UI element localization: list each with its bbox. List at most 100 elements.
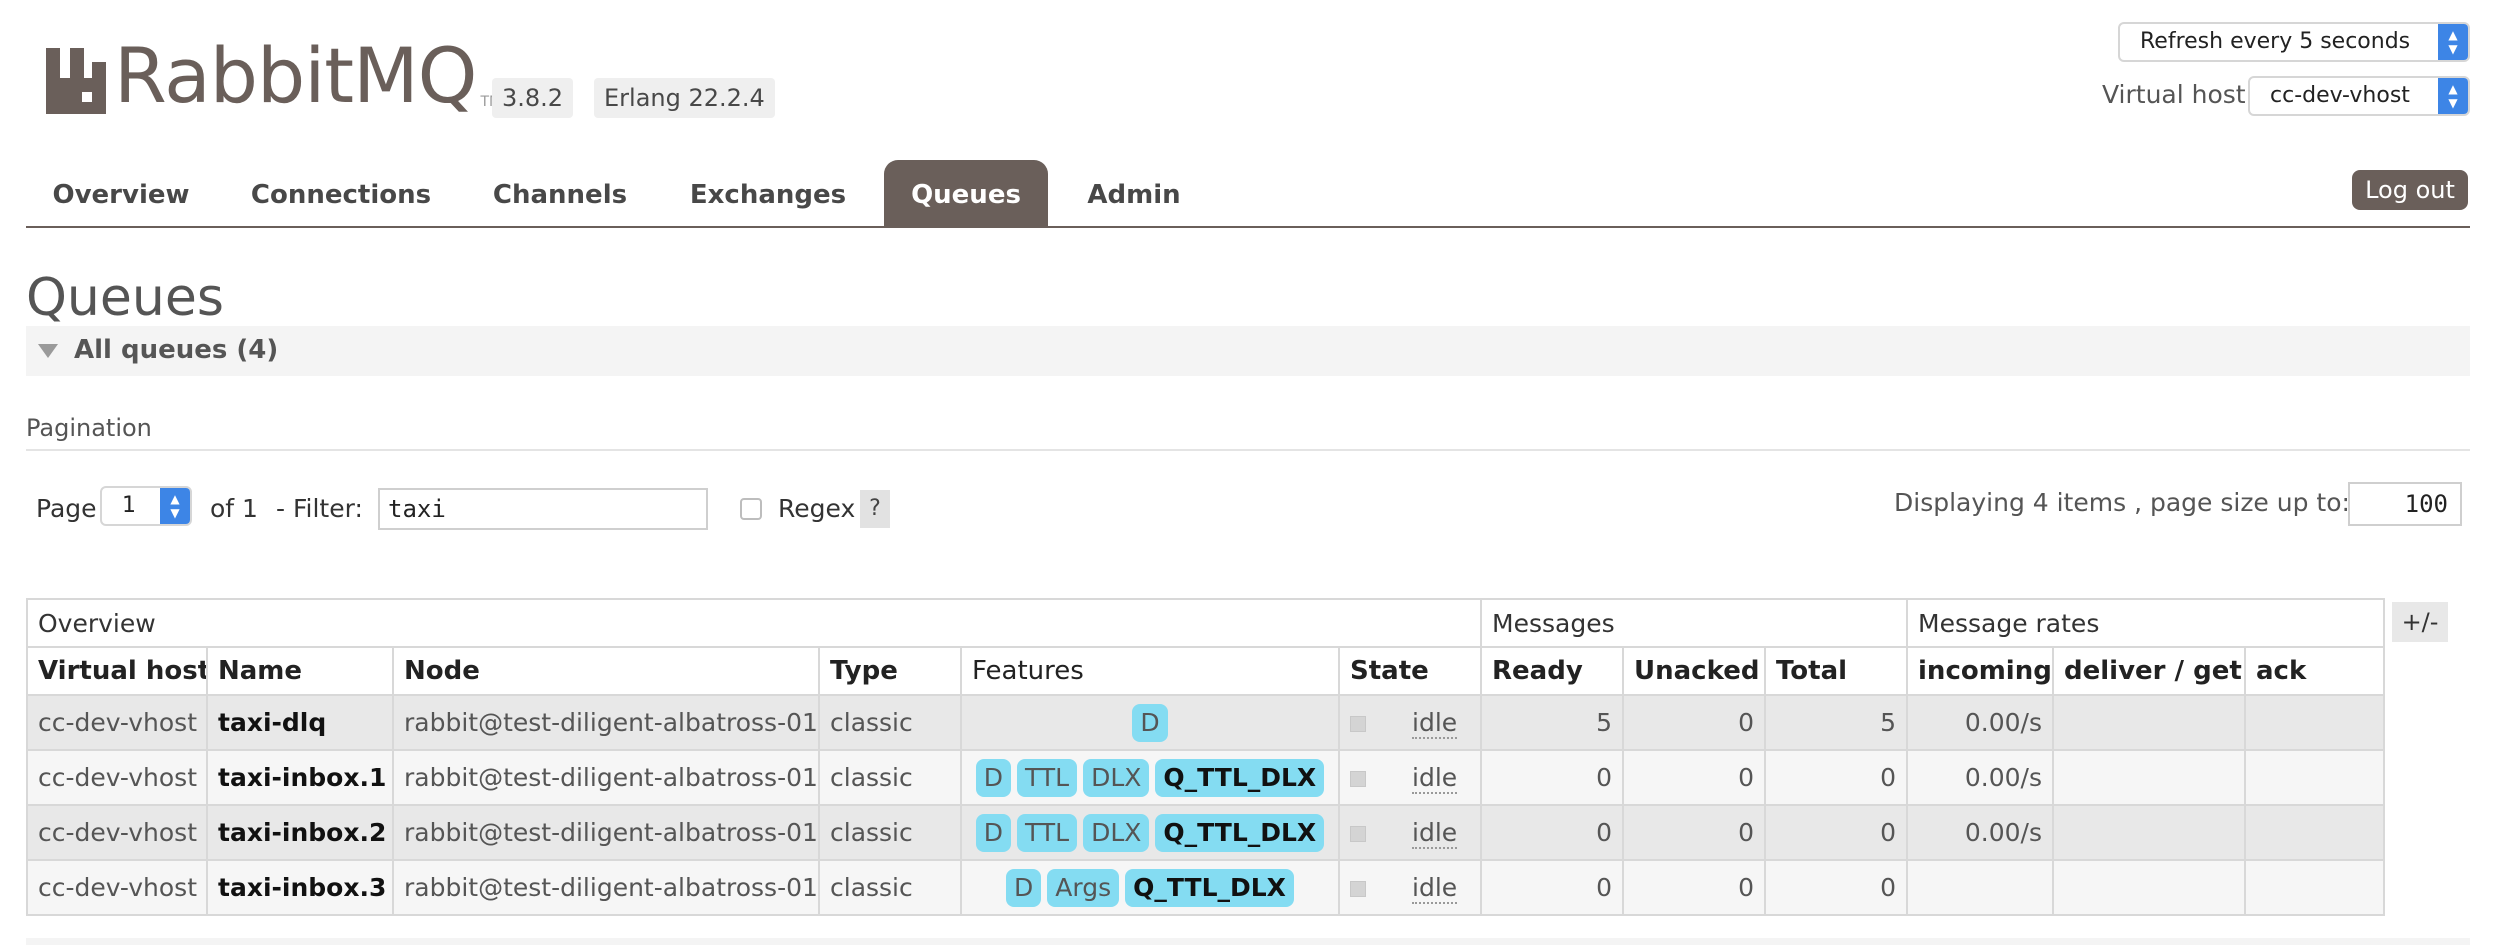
tab-overview[interactable]: Overview bbox=[26, 160, 216, 226]
page-select[interactable]: 1 ▲ ▼ bbox=[100, 486, 192, 526]
column-header-node[interactable]: Node bbox=[392, 646, 820, 696]
row-unacked: 0 bbox=[1622, 859, 1767, 916]
tab-admin[interactable]: Admin bbox=[1072, 160, 1196, 226]
toggle-columns-button[interactable]: +/- bbox=[2392, 602, 2448, 642]
display-count-label: Displaying 4 items , page size up to: bbox=[1894, 488, 2350, 517]
state-indicator-icon bbox=[1350, 881, 1366, 897]
row-vhost: cc-dev-vhost bbox=[26, 694, 208, 751]
column-header-name[interactable]: Name bbox=[206, 646, 394, 696]
pagination-label: Pagination bbox=[26, 414, 152, 442]
column-header-unacked[interactable]: Unacked bbox=[1622, 646, 1767, 696]
row-ready: 0 bbox=[1480, 804, 1625, 861]
tab-channels[interactable]: Channels bbox=[474, 160, 646, 226]
row-state: idle bbox=[1337, 749, 1483, 806]
state-indicator-icon bbox=[1350, 716, 1366, 732]
page-count-label: of 1 bbox=[210, 494, 258, 523]
row-features: D bbox=[960, 694, 1340, 751]
row-type: classic bbox=[818, 694, 962, 751]
column-header-incoming[interactable]: incoming bbox=[1906, 646, 2055, 696]
row-deliver-get bbox=[2052, 694, 2247, 751]
tab-exchanges[interactable]: Exchanges bbox=[674, 160, 862, 226]
feature-tag: Q_TTL_DLX bbox=[1125, 868, 1294, 907]
row-node: rabbit@test-diligent-albatross-01 bbox=[392, 804, 820, 861]
virtual-host-select[interactable]: cc-dev-vhost ▲ ▼ bbox=[2248, 76, 2470, 116]
next-section-header[interactable] bbox=[26, 938, 2470, 945]
queues-table: Overview Messages Message rates Virtual … bbox=[25, 598, 2386, 916]
row-ready: 0 bbox=[1480, 859, 1625, 916]
feature-tag: Q_TTL_DLX bbox=[1155, 813, 1325, 852]
row-vhost: cc-dev-vhost bbox=[26, 804, 208, 861]
state-text: idle bbox=[1412, 763, 1458, 794]
row-type: classic bbox=[818, 804, 962, 861]
row-incoming: 0.00/s bbox=[1906, 804, 2055, 861]
row-incoming: 0.00/s bbox=[1906, 694, 2055, 751]
column-header-total[interactable]: Total bbox=[1764, 646, 1909, 696]
all-queues-section-label[interactable]: All queues (4) bbox=[74, 335, 278, 365]
pagination-divider bbox=[26, 449, 2470, 451]
row-state: idle bbox=[1337, 804, 1483, 861]
state-indicator-icon bbox=[1350, 771, 1366, 787]
feature-tag: DLX bbox=[1083, 813, 1150, 852]
row-type: classic bbox=[818, 859, 962, 916]
row-state: idle bbox=[1337, 694, 1483, 751]
column-header-ready[interactable]: Ready bbox=[1480, 646, 1625, 696]
group-header-message-rates: Message rates bbox=[1906, 598, 2386, 648]
tab-connections[interactable]: Connections bbox=[236, 160, 446, 226]
row-incoming: 0.00/s bbox=[1906, 749, 2055, 806]
row-total: 0 bbox=[1764, 804, 1909, 861]
column-header-state[interactable]: State bbox=[1337, 646, 1483, 696]
rabbitmq-logo-icon bbox=[46, 48, 106, 114]
row-incoming bbox=[1906, 859, 2055, 916]
state-text: idle bbox=[1412, 818, 1458, 849]
virtual-host-value: cc-dev-vhost bbox=[2270, 83, 2410, 108]
row-unacked: 0 bbox=[1622, 694, 1767, 751]
feature-tag: D bbox=[975, 813, 1012, 852]
state-indicator-icon bbox=[1350, 826, 1366, 842]
tab-queues[interactable]: Queues bbox=[884, 160, 1048, 226]
column-header-deliver-get[interactable]: deliver / get bbox=[2052, 646, 2247, 696]
column-header-ack[interactable]: ack bbox=[2244, 646, 2386, 696]
feature-tag: D bbox=[1006, 868, 1042, 907]
queue-name-link[interactable]: taxi-inbox.3 bbox=[206, 859, 394, 916]
table-row: cc-dev-vhost taxi-inbox.2 rabbit@test-di… bbox=[26, 804, 2386, 861]
table-row: cc-dev-vhost taxi-inbox.3 rabbit@test-di… bbox=[26, 859, 2386, 916]
page-size-input[interactable]: 100 bbox=[2348, 482, 2462, 526]
version-badge: 3.8.2 bbox=[492, 78, 574, 118]
row-ack bbox=[2244, 804, 2386, 861]
state-text: idle bbox=[1412, 873, 1458, 904]
queue-name-link[interactable]: taxi-dlq bbox=[206, 694, 394, 751]
row-total: 5 bbox=[1764, 694, 1909, 751]
table-row: cc-dev-vhost taxi-inbox.1 rabbit@test-di… bbox=[26, 749, 2386, 806]
page-select-value: 1 bbox=[122, 493, 136, 518]
queue-name-link[interactable]: taxi-inbox.2 bbox=[206, 804, 394, 861]
regex-checkbox[interactable] bbox=[740, 498, 762, 520]
page-label: Page bbox=[36, 494, 97, 523]
row-features: D TTL DLX Q_TTL_DLX bbox=[960, 749, 1340, 806]
queue-name-link[interactable]: taxi-inbox.1 bbox=[206, 749, 394, 806]
state-text: idle bbox=[1412, 708, 1458, 739]
column-header-virtual-host[interactable]: Virtual host bbox=[26, 646, 208, 696]
group-header-overview: Overview bbox=[25, 598, 1483, 648]
page-title: Queues bbox=[26, 268, 224, 328]
group-header-messages: Messages bbox=[1480, 598, 1909, 648]
virtual-host-label: Virtual host bbox=[2102, 80, 2246, 109]
all-queues-section-header[interactable] bbox=[26, 326, 2470, 376]
logout-button[interactable]: Log out bbox=[2352, 170, 2468, 210]
nav-divider bbox=[26, 226, 2470, 228]
row-ack bbox=[2244, 749, 2386, 806]
column-header-features: Features bbox=[960, 646, 1340, 696]
regex-label: Regex bbox=[778, 494, 856, 523]
filter-label: - Filter: bbox=[276, 494, 363, 523]
column-header-type[interactable]: Type bbox=[818, 646, 962, 696]
row-vhost: cc-dev-vhost bbox=[26, 749, 208, 806]
filter-input[interactable]: taxi bbox=[378, 488, 708, 530]
select-arrows-icon: ▲ ▼ bbox=[2438, 78, 2468, 114]
rabbitmq-logo: RabbitMQ TM bbox=[46, 34, 501, 114]
collapse-triangle-icon[interactable] bbox=[38, 344, 58, 358]
feature-tag: DLX bbox=[1083, 758, 1150, 797]
row-unacked: 0 bbox=[1622, 804, 1767, 861]
row-state: idle bbox=[1337, 859, 1483, 916]
refresh-interval-select[interactable]: Refresh every 5 seconds ▲ ▼ bbox=[2118, 22, 2470, 62]
regex-help-button[interactable]: ? bbox=[860, 490, 890, 528]
feature-tag: TTL bbox=[1017, 813, 1078, 852]
